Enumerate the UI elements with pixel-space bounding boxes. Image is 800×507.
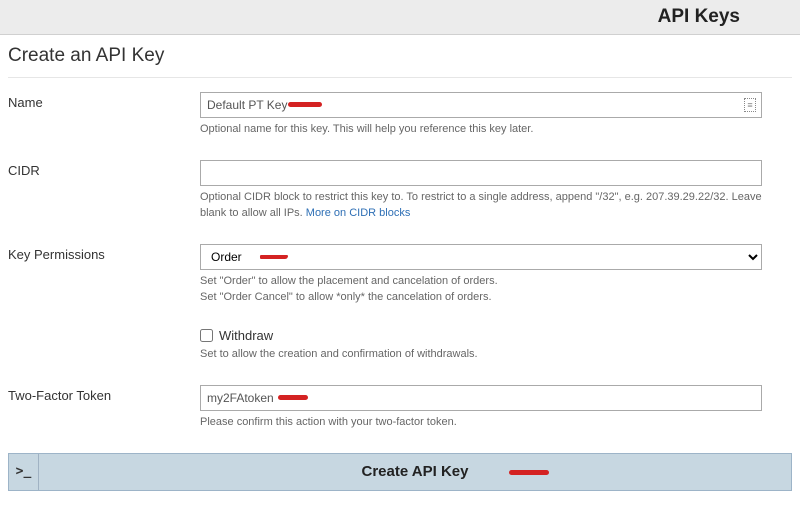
autofill-icon: ≡ <box>744 98 756 112</box>
form-row-name: Name ≡ Optional name for this key. This … <box>8 92 792 138</box>
prompt-icon: >_ <box>9 454 39 490</box>
divider <box>8 77 792 78</box>
name-label: Name <box>8 92 200 138</box>
name-field-wrap: ≡ Optional name for this key. This will … <box>200 92 792 138</box>
permissions-help-1: Set "Order" to allow the placement and c… <box>200 275 498 287</box>
name-help: Optional name for this key. This will he… <box>200 122 762 138</box>
permissions-field-wrap: Order Set "Order" to allow the placement… <box>200 244 792 306</box>
form-content: Create an API Key Name ≡ Optional name f… <box>0 35 800 431</box>
withdraw-label: Withdraw <box>219 328 273 343</box>
create-api-key-button[interactable]: Create API Key <box>39 454 791 490</box>
form-row-withdraw: Withdraw Set to allow the creation and c… <box>8 328 792 363</box>
submit-bar: >_ Create API Key <box>8 453 792 491</box>
form-row-cidr: CIDR Optional CIDR block to restrict thi… <box>8 160 792 222</box>
permissions-help-2: Set "Order Cancel" to allow *only* the c… <box>200 291 492 303</box>
cidr-label: CIDR <box>8 160 200 222</box>
form-row-permissions: Key Permissions Order Set "Order" to all… <box>8 244 792 306</box>
withdraw-field-wrap: Withdraw Set to allow the creation and c… <box>200 328 792 363</box>
page-header-title: API Keys <box>658 6 740 28</box>
permissions-help: Set "Order" to allow the placement and c… <box>200 274 762 306</box>
cidr-field-wrap: Optional CIDR block to restrict this key… <box>200 160 792 222</box>
twofa-field-wrap: Please confirm this action with your two… <box>200 385 792 431</box>
page-title: Create an API Key <box>8 45 792 67</box>
withdraw-help: Set to allow the creation and confirmati… <box>200 347 762 363</box>
twofa-help: Please confirm this action with your two… <box>200 415 762 431</box>
form-row-twofa: Two-Factor Token Please confirm this act… <box>8 385 792 431</box>
name-input[interactable] <box>200 92 762 118</box>
cidr-help: Optional CIDR block to restrict this key… <box>200 190 762 222</box>
cidr-input[interactable] <box>200 160 762 186</box>
cidr-help-text: Optional CIDR block to restrict this key… <box>200 191 762 219</box>
twofa-input[interactable] <box>200 385 762 411</box>
twofa-label: Two-Factor Token <box>8 385 200 431</box>
permissions-label: Key Permissions <box>8 244 200 306</box>
cidr-help-link[interactable]: More on CIDR blocks <box>306 207 411 219</box>
permissions-select[interactable]: Order <box>200 244 762 270</box>
withdraw-checkbox[interactable] <box>200 329 213 342</box>
header-bar: API Keys <box>0 0 800 35</box>
